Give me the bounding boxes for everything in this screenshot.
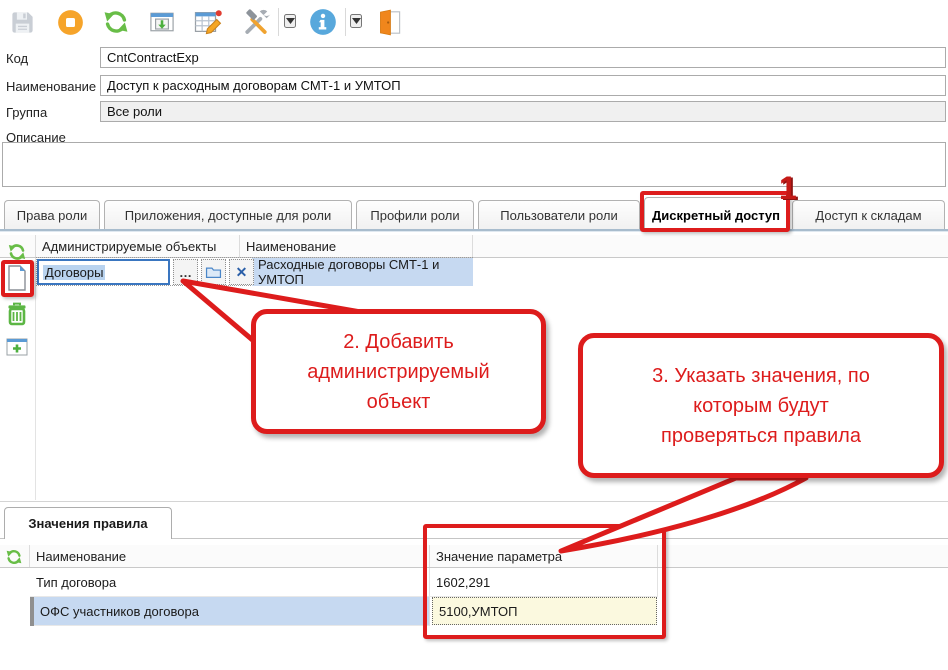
exit-button[interactable] [372,4,406,40]
column-header-value-name[interactable]: Наименование [30,545,430,567]
toolbar-separator [345,8,346,36]
description-textarea[interactable] [2,142,946,187]
info-dropdown-button[interactable] [350,14,362,28]
save-button[interactable] [5,4,39,40]
name-label: Наименование [6,76,96,97]
callout-add-object: 2. Добавить администрируемый объект [251,309,546,434]
info-button[interactable] [306,4,340,40]
exit-door-icon [376,9,403,36]
delete-row-button[interactable] [2,299,32,329]
tab-rule-values[interactable]: Значения правила [4,507,172,539]
stop-button[interactable] [53,4,87,40]
refresh-icon [5,548,23,566]
new-document-icon [7,265,27,291]
step-number-label: 1 [779,172,797,204]
rule-value-cell[interactable]: 1602,291 [430,568,658,597]
code-label: Код [6,48,28,69]
toolbar-separator [278,8,279,36]
column-header-admin-objects[interactable]: Администрируемые объекты [36,235,240,257]
callout-specify-values: 3. Указать значения, по которым будут пр… [578,333,944,478]
tab-role-users[interactable]: Пользователи роли [478,200,640,229]
object-editor-input[interactable]: Договоры [37,259,170,285]
edit-table-icon [193,7,223,37]
stop-icon [57,9,84,36]
role-editor-window: Код Наименование Группа Описание Права р… [0,0,948,670]
rule-name-cell[interactable]: Тип договора [30,568,430,597]
tab-warehouse-access[interactable]: Доступ к складам [792,200,945,229]
tab-discrete-access[interactable]: Дискретный доступ [644,197,788,232]
trash-icon [6,301,28,327]
tools-icon [241,7,271,37]
panel-divider[interactable] [0,501,948,502]
column-header-name[interactable]: Наименование [240,235,473,257]
group-label: Группа [6,102,47,123]
info-icon [309,8,337,36]
refresh-icon [102,8,130,36]
folder-icon [205,265,222,279]
refresh-values-button[interactable] [0,546,28,568]
object-name-cell[interactable]: Расходные договоры СМТ-1 и УМТОП [252,258,473,286]
group-input[interactable] [100,101,946,122]
clear-value-button[interactable]: ✕ [229,259,254,285]
column-header-parameter-value[interactable]: Значение параметра [430,545,658,567]
chevron-down-icon [352,18,361,24]
add-detail-button[interactable] [2,332,32,362]
tools-button[interactable] [239,4,273,40]
refresh-icon [7,242,27,262]
parameter-value-editor[interactable]: 5100,УМТОП [432,597,657,625]
add-row-button[interactable] [2,263,32,293]
import-table-icon [148,8,176,36]
refresh-button[interactable] [99,4,133,40]
chevron-down-icon [286,18,295,24]
open-folder-button[interactable] [201,259,226,285]
import-table-button[interactable] [145,4,179,40]
tab-role-apps[interactable]: Приложения, доступные для роли [104,200,352,229]
rule-name-cell[interactable]: ОФС участников договора [34,597,430,626]
tab-role-profiles[interactable]: Профили роли [356,200,474,229]
save-icon [9,9,36,36]
tools-dropdown-button[interactable] [284,14,296,28]
objects-grid-header: Администрируемые объекты Наименование [0,235,948,258]
values-grid-header: Наименование Значение параметра [0,545,948,568]
code-input[interactable] [100,47,946,68]
edit-table-button[interactable] [191,4,225,40]
tab-role-rights[interactable]: Права роли [4,200,100,229]
name-input[interactable] [100,75,946,96]
table-plus-icon [5,337,29,357]
lookup-ellipsis-button[interactable]: … [173,259,198,285]
